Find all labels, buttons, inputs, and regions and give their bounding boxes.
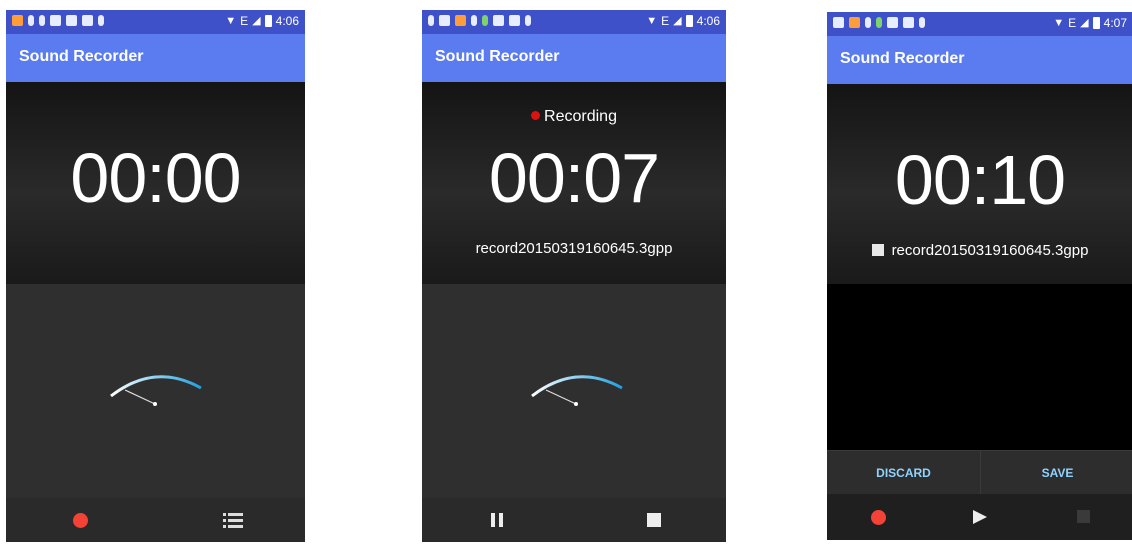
- recordings-list-button[interactable]: [192, 498, 272, 542]
- app-bar: Sound Recorder: [422, 34, 726, 82]
- usb-icon: [28, 15, 34, 26]
- wifi-icon: ▼: [225, 15, 237, 27]
- timer-panel: 00:00: [6, 82, 305, 284]
- status-time: 4:06: [696, 14, 720, 28]
- android-icon: [98, 15, 104, 26]
- filename-text: record20150319160645.3gpp: [891, 242, 1089, 259]
- record-icon: [73, 513, 88, 528]
- save-button[interactable]: SAVE: [980, 451, 1132, 495]
- record-icon: [871, 510, 886, 525]
- recording-filename: record20150319160645.3gpp: [422, 240, 726, 257]
- elapsed-time: 00:07: [488, 139, 660, 217]
- battery-icon: [1092, 17, 1100, 29]
- battery-icon: [685, 15, 693, 27]
- recording-label: Recording: [544, 108, 617, 125]
- app-notification-icon: [849, 17, 860, 28]
- network-type: E: [661, 14, 670, 28]
- system-icons: ▼ E ◢ 4:07: [1053, 16, 1127, 30]
- control-bar: [6, 498, 305, 542]
- elapsed-time: 00:10: [894, 141, 1066, 219]
- play-button[interactable]: [940, 494, 1020, 538]
- battery-icon: [264, 15, 272, 27]
- signal-icon: ◢: [252, 15, 261, 27]
- phone-screen-recording: ▼ E ◢ 4:06 Sound Recorder Recording 00:0…: [422, 10, 726, 542]
- wifi-icon: ▼: [646, 15, 658, 27]
- message-icon: [509, 15, 520, 26]
- app-notification-icon: [455, 15, 466, 26]
- signal-icon: ◢: [673, 15, 682, 27]
- app-notification-icon: [12, 15, 23, 26]
- stop-button[interactable]: [1044, 494, 1124, 538]
- empty-area: [827, 284, 1132, 450]
- elapsed-time: 00:00: [70, 139, 241, 217]
- battery-saver-icon: [39, 15, 45, 26]
- app-title: Sound Recorder: [19, 48, 144, 65]
- app-title: Sound Recorder: [435, 48, 560, 65]
- network-type: E: [1068, 16, 1077, 30]
- status-time: 4:07: [1103, 16, 1127, 30]
- recording-indicator: Recording: [422, 108, 726, 126]
- mic-icon: [428, 15, 434, 26]
- timer-panel: 00:10 record20150319160645.3gpp: [827, 84, 1132, 284]
- mail-icon: [493, 15, 504, 26]
- recording-filename: record20150319160645.3gpp: [827, 242, 1132, 259]
- filename-text: record20150319160645.3gpp: [475, 240, 673, 257]
- control-bar: [422, 498, 726, 542]
- stop-icon: [1077, 510, 1090, 523]
- record-button[interactable]: [40, 498, 120, 542]
- image-icon: [50, 15, 61, 26]
- app-title: Sound Recorder: [840, 50, 965, 67]
- usb-icon: [865, 17, 871, 28]
- pause-button[interactable]: [458, 498, 538, 542]
- status-bar: ▼ E ◢ 4:06: [6, 10, 305, 34]
- mail-icon: [887, 17, 898, 28]
- action-row: DISCARD SAVE: [827, 450, 1132, 495]
- usb-icon: [471, 15, 477, 26]
- notification-icons: [12, 15, 104, 26]
- stop-button[interactable]: [614, 498, 694, 542]
- battery-saver-icon: [876, 17, 882, 28]
- pause-icon: [491, 513, 503, 527]
- stop-icon: [647, 513, 661, 527]
- list-icon: [223, 513, 243, 528]
- status-bar: ▼ E ◢ 4:06: [422, 10, 726, 34]
- image-icon: [833, 17, 844, 28]
- control-bar: [827, 494, 1132, 540]
- signal-icon: ◢: [1080, 17, 1089, 29]
- vu-meter-icon: [531, 375, 623, 406]
- record-button[interactable]: [838, 494, 918, 538]
- recording-dot-icon: [531, 111, 541, 120]
- status-bar: ▼ E ◢ 4:07: [827, 12, 1132, 36]
- system-icons: ▼ E ◢ 4:06: [225, 14, 299, 28]
- network-type: E: [240, 14, 249, 28]
- android-icon: [919, 17, 925, 28]
- discard-button[interactable]: DISCARD: [827, 451, 980, 495]
- notification-icons: [833, 17, 925, 28]
- battery-saver-icon: [482, 15, 488, 26]
- message-icon: [82, 15, 93, 26]
- play-icon: [973, 510, 987, 524]
- android-icon: [525, 15, 531, 26]
- app-bar: Sound Recorder: [827, 36, 1132, 84]
- file-icon: [871, 244, 884, 256]
- status-time: 4:06: [275, 14, 299, 28]
- mail-icon: [66, 15, 77, 26]
- app-bar: Sound Recorder: [6, 34, 305, 82]
- phone-screen-idle: ▼ E ◢ 4:06 Sound Recorder 00:00: [6, 10, 305, 542]
- vu-meter-icon: [110, 375, 202, 406]
- wifi-icon: ▼: [1053, 17, 1065, 29]
- timer-panel: Recording 00:07 record20150319160645.3gp…: [422, 82, 726, 284]
- message-icon: [903, 17, 914, 28]
- system-icons: ▼ E ◢ 4:06: [646, 14, 720, 28]
- phone-screen-stopped: ▼ E ◢ 4:07 Sound Recorder 00:10 record20…: [827, 12, 1132, 540]
- notification-icons: [428, 15, 531, 26]
- image-icon: [439, 15, 450, 26]
